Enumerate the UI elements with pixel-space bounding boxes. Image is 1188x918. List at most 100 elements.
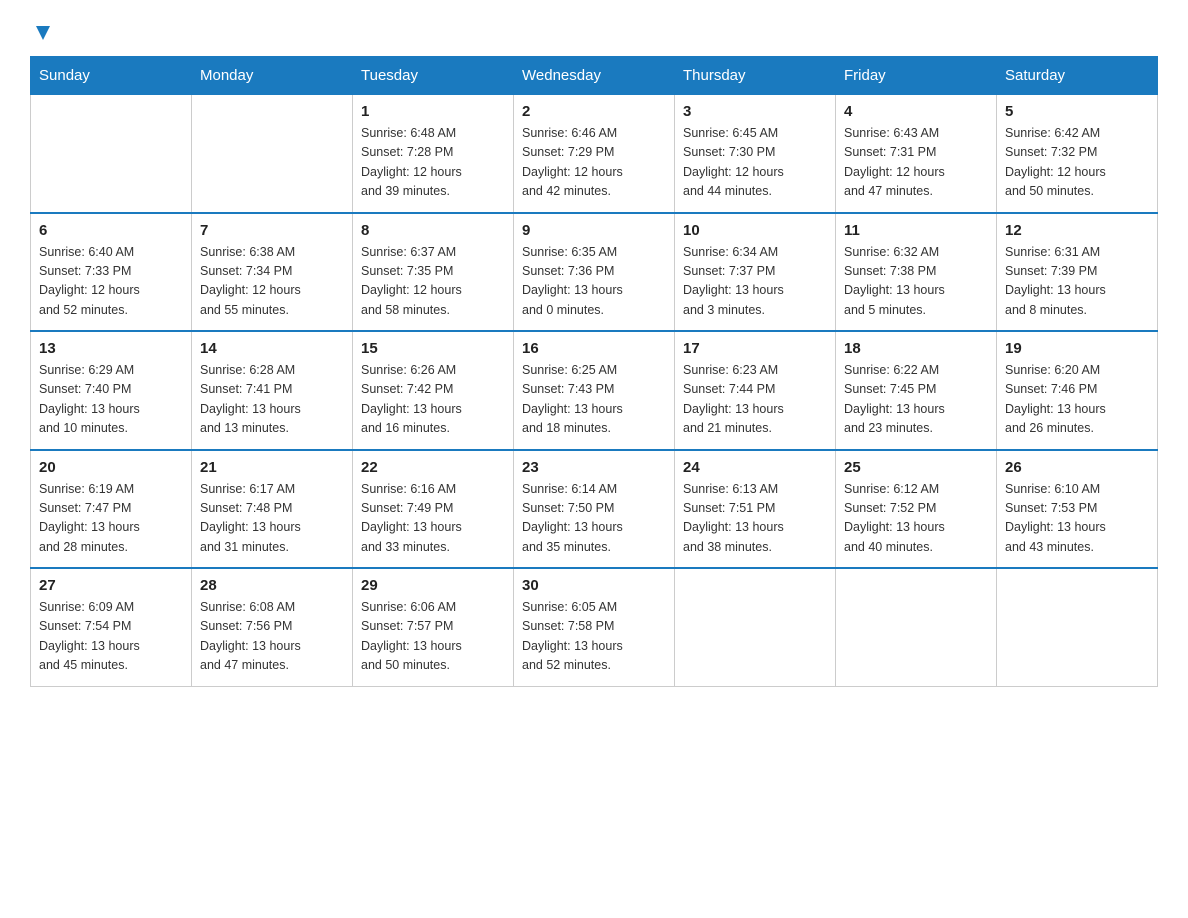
calendar-cell: 30 Sunrise: 6:05 AM Sunset: 7:58 PM Dayli…: [514, 568, 675, 686]
weekday-header-monday: Monday: [192, 57, 353, 95]
calendar-cell: 27 Sunrise: 6:09 AM Sunset: 7:54 PM Dayli…: [31, 568, 192, 686]
calendar-cell: 26 Sunrise: 6:10 AM Sunset: 7:53 PM Dayli…: [997, 450, 1158, 569]
day-info: Sunrise: 6:42 AM Sunset: 7:32 PM Dayligh…: [1005, 124, 1149, 202]
day-info: Sunrise: 6:17 AM Sunset: 7:48 PM Dayligh…: [200, 480, 344, 558]
day-number: 20: [39, 459, 183, 476]
day-info: Sunrise: 6:40 AM Sunset: 7:33 PM Dayligh…: [39, 243, 183, 321]
day-info: Sunrise: 6:20 AM Sunset: 7:46 PM Dayligh…: [1005, 361, 1149, 439]
day-info: Sunrise: 6:28 AM Sunset: 7:41 PM Dayligh…: [200, 361, 344, 439]
day-number: 8: [361, 222, 505, 239]
day-info: Sunrise: 6:23 AM Sunset: 7:44 PM Dayligh…: [683, 361, 827, 439]
calendar-cell: [675, 568, 836, 686]
day-info: Sunrise: 6:19 AM Sunset: 7:47 PM Dayligh…: [39, 480, 183, 558]
day-number: 18: [844, 340, 988, 357]
day-info: Sunrise: 6:13 AM Sunset: 7:51 PM Dayligh…: [683, 480, 827, 558]
calendar-cell: 6 Sunrise: 6:40 AM Sunset: 7:33 PM Daylig…: [31, 213, 192, 332]
day-info: Sunrise: 6:34 AM Sunset: 7:37 PM Dayligh…: [683, 243, 827, 321]
day-info: Sunrise: 6:29 AM Sunset: 7:40 PM Dayligh…: [39, 361, 183, 439]
calendar-cell: [192, 95, 353, 213]
calendar-cell: 11 Sunrise: 6:32 AM Sunset: 7:38 PM Dayli…: [836, 213, 997, 332]
calendar-cell: 5 Sunrise: 6:42 AM Sunset: 7:32 PM Daylig…: [997, 95, 1158, 213]
day-number: 7: [200, 222, 344, 239]
day-number: 16: [522, 340, 666, 357]
day-info: Sunrise: 6:25 AM Sunset: 7:43 PM Dayligh…: [522, 361, 666, 439]
day-number: 27: [39, 577, 183, 594]
day-info: Sunrise: 6:14 AM Sunset: 7:50 PM Dayligh…: [522, 480, 666, 558]
day-number: 26: [1005, 459, 1149, 476]
calendar-header-row: SundayMondayTuesdayWednesdayThursdayFrid…: [31, 57, 1158, 95]
logo: [30, 20, 54, 38]
day-info: Sunrise: 6:12 AM Sunset: 7:52 PM Dayligh…: [844, 480, 988, 558]
day-number: 9: [522, 222, 666, 239]
day-info: Sunrise: 6:22 AM Sunset: 7:45 PM Dayligh…: [844, 361, 988, 439]
day-number: 13: [39, 340, 183, 357]
calendar-cell: 22Sunrise: 6:16 AM Sunset: 7:49 PM Dayli…: [353, 450, 514, 569]
calendar-week-row: 6 Sunrise: 6:40 AM Sunset: 7:33 PM Daylig…: [31, 213, 1158, 332]
calendar-cell: 10Sunrise: 6:34 AM Sunset: 7:37 PM Dayli…: [675, 213, 836, 332]
day-info: Sunrise: 6:26 AM Sunset: 7:42 PM Dayligh…: [361, 361, 505, 439]
calendar-week-row: 27 Sunrise: 6:09 AM Sunset: 7:54 PM Dayli…: [31, 568, 1158, 686]
day-info: Sunrise: 6:10 AM Sunset: 7:53 PM Dayligh…: [1005, 480, 1149, 558]
day-info: Sunrise: 6:45 AM Sunset: 7:30 PM Dayligh…: [683, 124, 827, 202]
day-number: 6: [39, 222, 183, 239]
day-number: 1: [361, 103, 505, 120]
day-number: 3: [683, 103, 827, 120]
weekday-header-sunday: Sunday: [31, 57, 192, 95]
day-info: Sunrise: 6:46 AM Sunset: 7:29 PM Dayligh…: [522, 124, 666, 202]
day-number: 24: [683, 459, 827, 476]
calendar-cell: 13 Sunrise: 6:29 AM Sunset: 7:40 PM Dayli…: [31, 331, 192, 450]
page-header: [30, 20, 1158, 38]
calendar-cell: 19 Sunrise: 6:20 AM Sunset: 7:46 PM Dayli…: [997, 331, 1158, 450]
calendar-cell: 18 Sunrise: 6:22 AM Sunset: 7:45 PM Dayli…: [836, 331, 997, 450]
calendar-cell: 9 Sunrise: 6:35 AM Sunset: 7:36 PM Daylig…: [514, 213, 675, 332]
calendar-week-row: 20 Sunrise: 6:19 AM Sunset: 7:47 PM Dayli…: [31, 450, 1158, 569]
calendar-week-row: 13 Sunrise: 6:29 AM Sunset: 7:40 PM Dayli…: [31, 331, 1158, 450]
calendar-cell: [997, 568, 1158, 686]
day-info: Sunrise: 6:05 AM Sunset: 7:58 PM Dayligh…: [522, 598, 666, 676]
day-info: Sunrise: 6:09 AM Sunset: 7:54 PM Dayligh…: [39, 598, 183, 676]
calendar-cell: 16 Sunrise: 6:25 AM Sunset: 7:43 PM Dayli…: [514, 331, 675, 450]
day-info: Sunrise: 6:32 AM Sunset: 7:38 PM Dayligh…: [844, 243, 988, 321]
calendar-cell: 29 Sunrise: 6:06 AM Sunset: 7:57 PM Dayli…: [353, 568, 514, 686]
day-info: Sunrise: 6:43 AM Sunset: 7:31 PM Dayligh…: [844, 124, 988, 202]
day-number: 19: [1005, 340, 1149, 357]
calendar-cell: 23Sunrise: 6:14 AM Sunset: 7:50 PM Dayli…: [514, 450, 675, 569]
day-info: Sunrise: 6:16 AM Sunset: 7:49 PM Dayligh…: [361, 480, 505, 558]
calendar-cell: 21 Sunrise: 6:17 AM Sunset: 7:48 PM Dayli…: [192, 450, 353, 569]
calendar-table: SundayMondayTuesdayWednesdayThursdayFrid…: [30, 56, 1158, 687]
weekday-header-saturday: Saturday: [997, 57, 1158, 95]
calendar-cell: 15Sunrise: 6:26 AM Sunset: 7:42 PM Dayli…: [353, 331, 514, 450]
weekday-header-friday: Friday: [836, 57, 997, 95]
calendar-cell: 14 Sunrise: 6:28 AM Sunset: 7:41 PM Dayli…: [192, 331, 353, 450]
day-number: 21: [200, 459, 344, 476]
day-number: 11: [844, 222, 988, 239]
day-number: 2: [522, 103, 666, 120]
weekday-header-wednesday: Wednesday: [514, 57, 675, 95]
day-info: Sunrise: 6:08 AM Sunset: 7:56 PM Dayligh…: [200, 598, 344, 676]
calendar-cell: 8 Sunrise: 6:37 AM Sunset: 7:35 PM Daylig…: [353, 213, 514, 332]
day-info: Sunrise: 6:35 AM Sunset: 7:36 PM Dayligh…: [522, 243, 666, 321]
calendar-cell: [836, 568, 997, 686]
day-info: Sunrise: 6:06 AM Sunset: 7:57 PM Dayligh…: [361, 598, 505, 676]
day-number: 14: [200, 340, 344, 357]
logo-triangle-icon: [32, 22, 54, 44]
calendar-cell: 17Sunrise: 6:23 AM Sunset: 7:44 PM Dayli…: [675, 331, 836, 450]
calendar-cell: 28 Sunrise: 6:08 AM Sunset: 7:56 PM Dayli…: [192, 568, 353, 686]
day-number: 28: [200, 577, 344, 594]
calendar-cell: [31, 95, 192, 213]
calendar-cell: 1 Sunrise: 6:48 AM Sunset: 7:28 PM Daylig…: [353, 95, 514, 213]
day-number: 5: [1005, 103, 1149, 120]
calendar-cell: 25 Sunrise: 6:12 AM Sunset: 7:52 PM Dayli…: [836, 450, 997, 569]
day-info: Sunrise: 6:31 AM Sunset: 7:39 PM Dayligh…: [1005, 243, 1149, 321]
weekday-header-tuesday: Tuesday: [353, 57, 514, 95]
calendar-cell: 3 Sunrise: 6:45 AM Sunset: 7:30 PM Daylig…: [675, 95, 836, 213]
calendar-week-row: 1 Sunrise: 6:48 AM Sunset: 7:28 PM Daylig…: [31, 95, 1158, 213]
day-number: 29: [361, 577, 505, 594]
day-info: Sunrise: 6:48 AM Sunset: 7:28 PM Dayligh…: [361, 124, 505, 202]
day-number: 25: [844, 459, 988, 476]
day-number: 30: [522, 577, 666, 594]
day-info: Sunrise: 6:37 AM Sunset: 7:35 PM Dayligh…: [361, 243, 505, 321]
weekday-header-thursday: Thursday: [675, 57, 836, 95]
day-info: Sunrise: 6:38 AM Sunset: 7:34 PM Dayligh…: [200, 243, 344, 321]
day-number: 4: [844, 103, 988, 120]
